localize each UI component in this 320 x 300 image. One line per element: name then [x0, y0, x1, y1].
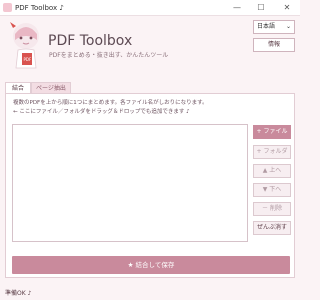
close-button[interactable]: ✕: [276, 0, 298, 16]
add-file-button[interactable]: + ファイル: [253, 125, 291, 139]
clear-all-button[interactable]: ぜんぶ消す: [253, 221, 291, 235]
file-list[interactable]: [12, 124, 248, 242]
merge-and-save-button[interactable]: ★ 結合して保存: [12, 256, 290, 274]
merge-description: 複数のPDFを上から順に1つにまとめます。各ファイル名がしおりになります。 ← …: [13, 99, 208, 117]
move-up-button[interactable]: ▲ 上へ: [253, 164, 291, 178]
language-select[interactable]: 日本語 ⌄: [253, 20, 295, 34]
remove-button[interactable]: － 削除: [253, 202, 291, 216]
minimize-button[interactable]: —: [226, 0, 248, 16]
svg-text:PDF: PDF: [24, 57, 32, 62]
window-title-text: PDF Toolbox: [15, 4, 58, 12]
app-subtitle: PDFをまとめる・抜き出す、かんたんツール: [49, 52, 169, 59]
move-down-button[interactable]: ▼ 下へ: [253, 183, 291, 197]
chevron-down-icon: ⌄: [285, 23, 291, 30]
app-name: PDF Toolbox: [48, 33, 133, 49]
window-title-note: ♪: [59, 4, 64, 12]
window-title: PDF Toolbox ♪: [15, 2, 64, 14]
app-icon: [3, 3, 12, 12]
status-text: 準備OK ♪: [5, 290, 32, 297]
title-bar: PDF Toolbox ♪ — ☐ ✕: [0, 0, 300, 16]
merge-panel: 複数のPDFを上から順に1つにまとめます。各ファイル名がしおりになります。 ← …: [5, 93, 295, 278]
add-folder-button[interactable]: + フォルダ: [253, 145, 291, 159]
mascot-icon: PDF: [10, 22, 39, 69]
maximize-button[interactable]: ☐: [250, 0, 272, 16]
language-selected-value: 日本語: [257, 23, 276, 30]
description-line-2: ← ここにファイル／フォルダをドラッグ＆ドロップでも追加できます ♪: [13, 109, 190, 115]
info-button[interactable]: 情報: [253, 38, 295, 52]
description-line-1: 複数のPDFを上から順に1つにまとめます。各ファイル名がしおりになります。: [13, 100, 208, 106]
